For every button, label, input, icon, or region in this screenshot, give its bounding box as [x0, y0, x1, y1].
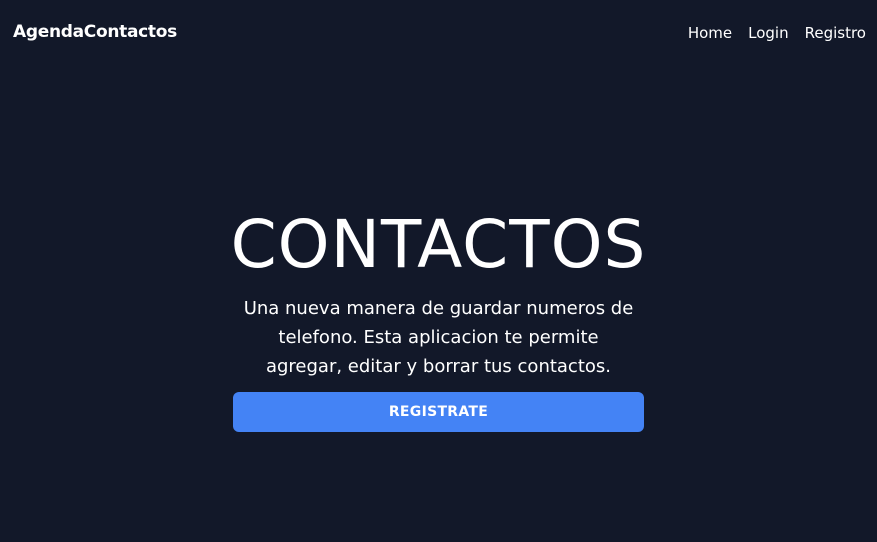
hero-title: CONTACTOS — [230, 206, 647, 283]
nav-link-login[interactable]: Login — [748, 24, 788, 42]
navbar: AgendaContactos Home Login Registro — [0, 0, 877, 68]
nav-link-home[interactable]: Home — [688, 24, 732, 42]
brand-logo[interactable]: AgendaContactos — [13, 22, 177, 42]
register-button[interactable]: REGISTRATE — [233, 392, 644, 432]
hero-section: CONTACTOS Una nueva manera de guardar nu… — [0, 200, 877, 432]
hero-description: Una nueva manera de guardar numeros de t… — [243, 298, 634, 377]
nav-links: Home Login Registro — [688, 24, 866, 42]
nav-link-registro[interactable]: Registro — [805, 24, 866, 42]
